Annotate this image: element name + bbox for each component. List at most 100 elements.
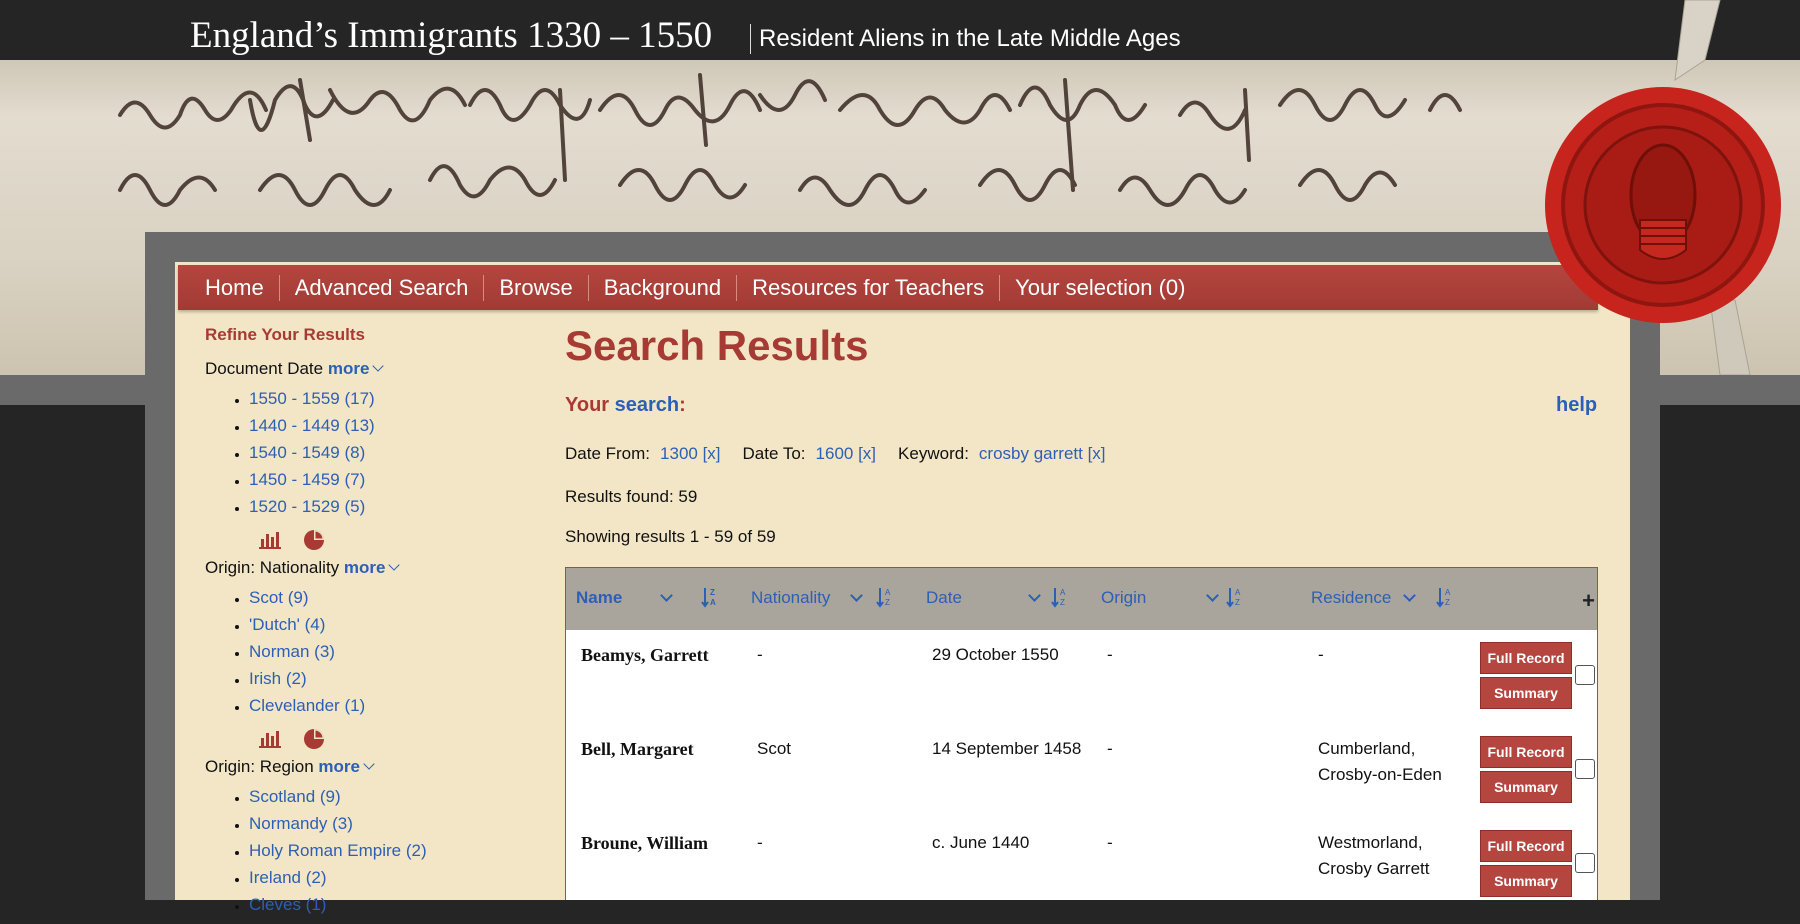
svg-text:A: A (1060, 588, 1066, 597)
list-item[interactable]: Clevelander (1) (249, 692, 535, 719)
chevron-down-icon[interactable] (850, 588, 864, 602)
full-record-button[interactable]: Full Record (1480, 736, 1572, 768)
bar-chart-icon[interactable] (259, 730, 281, 748)
criteria-label: Date From: (565, 444, 651, 463)
select-checkbox[interactable] (1575, 759, 1595, 779)
cell-origin: - (1107, 739, 1113, 758)
nav-advanced-search[interactable]: Advanced Search (280, 274, 485, 301)
select-checkbox[interactable] (1575, 665, 1595, 685)
list-item[interactable]: 1450 - 1459 (7) (249, 466, 535, 493)
svg-text:Z: Z (1445, 598, 1450, 607)
facet-list: 1550 - 1559 (17) 1440 - 1449 (13) 1540 -… (205, 385, 535, 520)
cell-residence: Cumberland, Crosby-on-Eden (1318, 739, 1442, 784)
svg-text:Z: Z (1060, 598, 1065, 607)
facet-origin-region: Origin: Region more (205, 757, 535, 777)
chevron-down-icon[interactable] (1028, 588, 1041, 602)
site-subtitle: Resident Aliens in the Late Middle Ages (750, 24, 1181, 54)
list-item[interactable]: Scotland (9) (249, 783, 535, 810)
cell-date: c. June 1440 (932, 833, 1030, 852)
cell-nationality: - (757, 833, 763, 852)
facet-document-date: Document Date more (205, 359, 535, 379)
criteria-remove-keyword[interactable]: crosby garrett [x] (979, 444, 1106, 463)
cell-nationality: - (757, 645, 763, 664)
column-header-residence[interactable]: Residence AZ (1311, 588, 1451, 608)
svg-text:A: A (885, 588, 891, 597)
list-item[interactable]: Holy Roman Empire (2) (249, 837, 535, 864)
cell-nationality: Scot (757, 739, 792, 758)
cell-name: Bell, Margaret (581, 739, 694, 759)
more-toggle[interactable]: more (318, 757, 360, 776)
list-item[interactable]: Normandy (3) (249, 810, 535, 837)
list-item[interactable]: 1540 - 1549 (8) (249, 439, 535, 466)
list-item[interactable]: 1550 - 1559 (17) (249, 385, 535, 412)
site-title[interactable]: England’s Immigrants 1330 – 1550 (190, 14, 712, 57)
criteria-label: Date To: (742, 444, 806, 463)
search-criteria: Date From: 1300 [x] Date To: 1600 [x] Keywor… (565, 444, 1128, 464)
cell-date: 29 October 1550 (932, 645, 1059, 664)
list-item[interactable]: 1440 - 1449 (13) (249, 412, 535, 439)
summary-button[interactable]: Summary (1480, 865, 1572, 897)
pie-chart-icon[interactable] (303, 529, 325, 551)
svg-text:A: A (710, 598, 716, 607)
criteria-remove-date-from[interactable]: 1300 [x] (660, 444, 721, 463)
facet-label: Origin: Nationality (205, 558, 340, 577)
sort-icon[interactable]: AZ (1051, 586, 1069, 608)
svg-text:Z: Z (1235, 598, 1240, 607)
list-item[interactable]: Norman (3) (249, 638, 535, 665)
cell-origin: - (1107, 833, 1113, 852)
chevron-down-icon[interactable] (1403, 588, 1417, 602)
refine-heading: Refine Your Results (205, 325, 365, 344)
chevron-down-icon[interactable] (1206, 588, 1220, 602)
list-item[interactable]: Irish (2) (249, 665, 535, 692)
list-item[interactable]: Scot (9) (249, 584, 535, 611)
your-search-heading: Your search: (565, 394, 686, 416)
search-link[interactable]: search (615, 394, 680, 416)
summary-button[interactable]: Summary (1480, 677, 1572, 709)
sort-icon[interactable]: AZ (1436, 586, 1454, 608)
pie-chart-icon[interactable] (303, 728, 325, 750)
list-item[interactable]: Cleves (1) (249, 891, 535, 918)
chevron-down-icon[interactable] (363, 758, 375, 770)
chevron-down-icon[interactable] (372, 360, 385, 372)
cell-name: Beamys, Garrett (581, 645, 709, 665)
criteria-remove-date-to[interactable]: 1600 [x] (816, 444, 877, 463)
select-checkbox[interactable] (1575, 853, 1595, 873)
column-header-date[interactable]: Date AZ (926, 588, 1066, 608)
sort-icon[interactable]: AZ (876, 586, 894, 608)
column-header-name[interactable]: Name ZA (576, 588, 716, 608)
cell-name: Broune, William (581, 833, 709, 853)
list-item[interactable]: 'Dutch' (4) (249, 611, 535, 638)
summary-button[interactable]: Summary (1480, 771, 1572, 803)
more-toggle[interactable]: more (328, 359, 370, 378)
main-nav: Home Advanced Search Browse Background R… (178, 265, 1598, 310)
nav-resources-for-teachers[interactable]: Resources for Teachers (737, 274, 1001, 301)
facet-chart-icons (205, 526, 535, 554)
cell-residence: - (1318, 645, 1324, 664)
column-header-nationality[interactable]: Nationality AZ (751, 588, 891, 608)
facet-list: Scot (9) 'Dutch' (4) Norman (3) Irish (2… (205, 584, 535, 719)
nav-background[interactable]: Background (589, 274, 738, 301)
full-record-button[interactable]: Full Record (1480, 830, 1572, 862)
help-link[interactable]: help (1556, 394, 1597, 417)
facet-label: Origin: Region (205, 757, 314, 776)
plus-icon[interactable]: + (1582, 588, 1595, 614)
svg-text:A: A (1445, 588, 1451, 597)
cell-date: 14 September 1458 (932, 739, 1082, 758)
column-header-origin[interactable]: Origin AZ (1101, 588, 1241, 608)
list-item[interactable]: Ireland (2) (249, 864, 535, 891)
nav-your-selection[interactable]: Your selection (0) (1000, 275, 1200, 301)
sort-icon[interactable]: AZ (1226, 586, 1244, 608)
facet-chart-icons (205, 725, 535, 753)
results-table: Name ZA Nationality AZ Date AZ Origin AZ… (565, 567, 1598, 900)
list-item[interactable]: 1520 - 1529 (5) (249, 493, 535, 520)
nav-home[interactable]: Home (178, 274, 280, 301)
chevron-down-icon[interactable] (660, 588, 674, 602)
svg-text:A: A (1235, 588, 1241, 597)
cell-residence: Westmorland, Crosby Garrett (1318, 833, 1430, 878)
full-record-button[interactable]: Full Record (1480, 642, 1572, 674)
bar-chart-icon[interactable] (259, 531, 281, 549)
sort-icon[interactable]: ZA (701, 586, 719, 608)
more-toggle[interactable]: more (344, 558, 386, 577)
chevron-down-icon[interactable] (388, 559, 401, 571)
nav-browse[interactable]: Browse (484, 274, 589, 301)
